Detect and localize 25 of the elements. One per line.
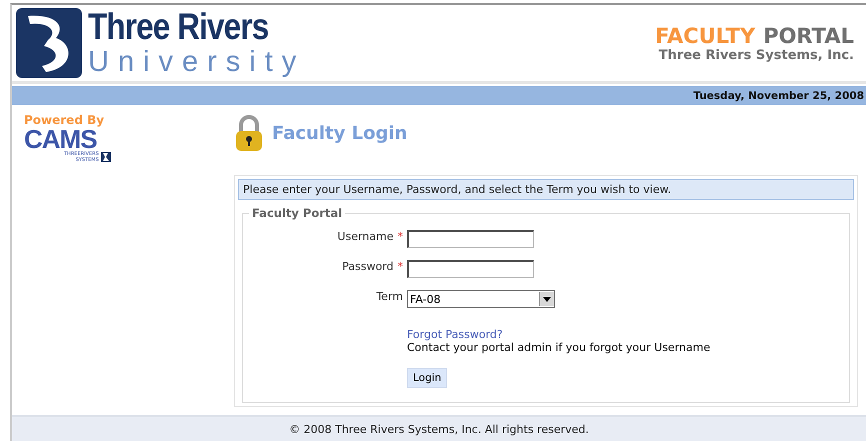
portal-title: PORTAL bbox=[763, 24, 854, 48]
brand-logo-text: CAMS bbox=[24, 127, 97, 151]
caret-icon bbox=[543, 296, 551, 302]
page-title: Faculty Login bbox=[272, 122, 408, 144]
company-name: Three Rivers Systems, Inc. bbox=[658, 48, 854, 62]
logo-title: Three Rivers bbox=[88, 8, 270, 46]
logo-icon bbox=[16, 8, 82, 78]
field-label: Password * bbox=[341, 260, 404, 273]
portal-title: FACULTY bbox=[655, 24, 756, 48]
password-field[interactable] bbox=[407, 260, 534, 278]
term-dropdown[interactable]: FA-08 bbox=[407, 290, 555, 308]
logo-subtitle: University bbox=[88, 46, 306, 78]
powered-by-label: Powered By bbox=[24, 113, 106, 127]
copyright-text: © 2008 Three Rivers Systems, Inc. All rights reserved. bbox=[289, 422, 589, 436]
field-label: Term bbox=[375, 290, 404, 303]
field-label: Username * bbox=[336, 230, 404, 243]
date-text: Tuesday, November 25, 2008 bbox=[693, 90, 864, 102]
help-text: Contact your portal admin if you forgot your Username bbox=[407, 341, 712, 354]
login-button[interactable]: Login bbox=[407, 368, 448, 388]
username-field[interactable] bbox=[407, 230, 534, 248]
fieldset-legend: Faculty Portal bbox=[249, 206, 346, 220]
forgot-password-link[interactable]: Forgot Password? bbox=[407, 328, 849, 341]
padlock-icon bbox=[234, 114, 264, 152]
instructions-text: Please enter your Username, Password, and select the Term you wish to view. bbox=[238, 179, 854, 200]
logo-icon bbox=[100, 152, 111, 162]
